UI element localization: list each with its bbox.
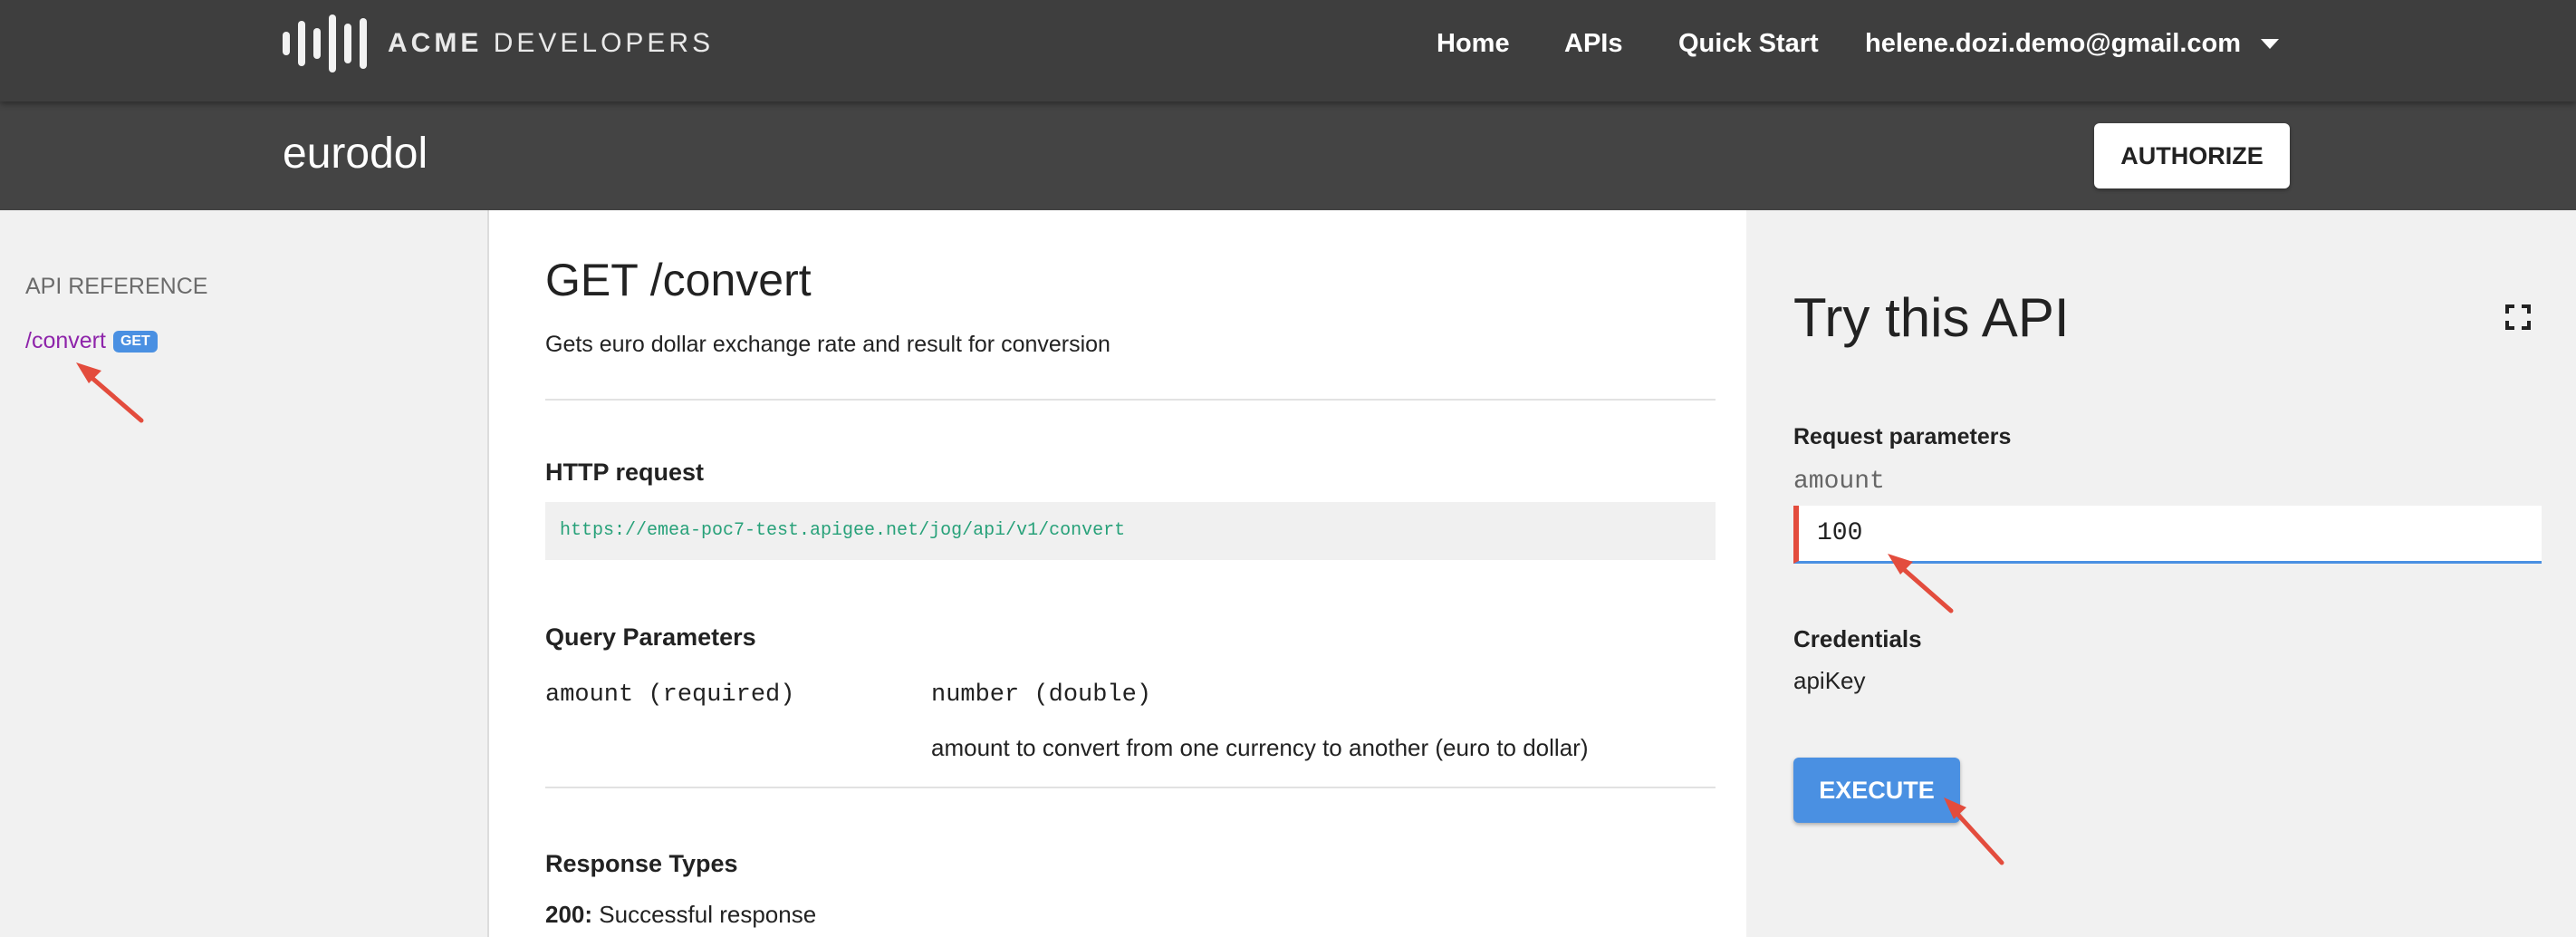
try-this-api-panel: Try this API Request parameters amount C… — [1746, 210, 2576, 937]
operation-title: GET /convert — [545, 255, 812, 305]
response-types-heading: Response Types — [545, 850, 738, 877]
divider — [545, 399, 1716, 401]
fullscreen-expand-icon[interactable] — [2505, 304, 2531, 330]
api-name-title: eurodol — [283, 130, 428, 178]
credentials-value: apiKey — [1793, 667, 1866, 694]
response-row: 200: Successful response — [545, 901, 816, 929]
brand-name-rest: DEVELOPERS — [493, 28, 715, 58]
sidebar-item-label: /convert — [25, 328, 106, 353]
request-url: https://emea-poc7-test.apigee.net/jog/ap… — [560, 520, 1126, 541]
operation-description: Gets euro dollar exchange rate and resul… — [545, 332, 1110, 357]
brand-name: ACME DEVELOPERS — [388, 28, 714, 59]
response-code: 200: — [545, 901, 593, 928]
operation-content: GET /convert Gets euro dollar exchange r… — [489, 210, 1746, 937]
nav-quick-start-link[interactable]: Quick Start — [1678, 0, 1819, 87]
sidebar-heading: API REFERENCE — [25, 274, 208, 299]
user-email: helene.dozi.demo@gmail.com — [1865, 28, 2242, 58]
nav-home-link[interactable]: Home — [1437, 0, 1510, 87]
execute-button[interactable]: EXECUTE — [1793, 758, 1960, 823]
request-url-box: https://emea-poc7-test.apigee.net/jog/ap… — [545, 502, 1716, 560]
request-params-heading: Request parameters — [1793, 424, 2012, 449]
sidebar-item-convert[interactable]: /convert GET — [25, 328, 158, 354]
credentials-heading: Credentials — [1793, 625, 1922, 652]
try-panel-title: Try this API — [1793, 287, 2070, 348]
amount-label: amount — [1793, 468, 1885, 496]
response-description: Successful response — [599, 901, 817, 928]
divider — [545, 787, 1716, 788]
acme-developers-logo[interactable]: ACME DEVELOPERS — [283, 14, 714, 72]
sound-bars-logo-icon — [283, 14, 375, 72]
authorize-button[interactable]: AUTHORIZE — [2094, 123, 2290, 188]
method-badge: GET — [112, 330, 158, 353]
top-navbar: ACME DEVELOPERS Home APIs Quick Start he… — [0, 0, 2576, 101]
http-request-heading: HTTP request — [545, 459, 705, 486]
param-description: amount to convert from one currency to a… — [931, 734, 1589, 761]
brand-name-bold: ACME — [388, 28, 483, 58]
query-params-heading: Query Parameters — [545, 623, 756, 651]
nav-apis-link[interactable]: APIs — [1564, 0, 1622, 87]
sidebar: API REFERENCE /convert GET — [0, 210, 489, 937]
amount-input[interactable] — [1793, 506, 2542, 564]
param-type: number (double) — [931, 681, 1152, 709]
param-name: amount (required) — [545, 681, 795, 709]
api-header-bar: eurodol AUTHORIZE — [0, 101, 2576, 210]
caret-down-icon — [2261, 38, 2280, 49]
user-menu[interactable]: helene.dozi.demo@gmail.com — [1865, 0, 2280, 87]
